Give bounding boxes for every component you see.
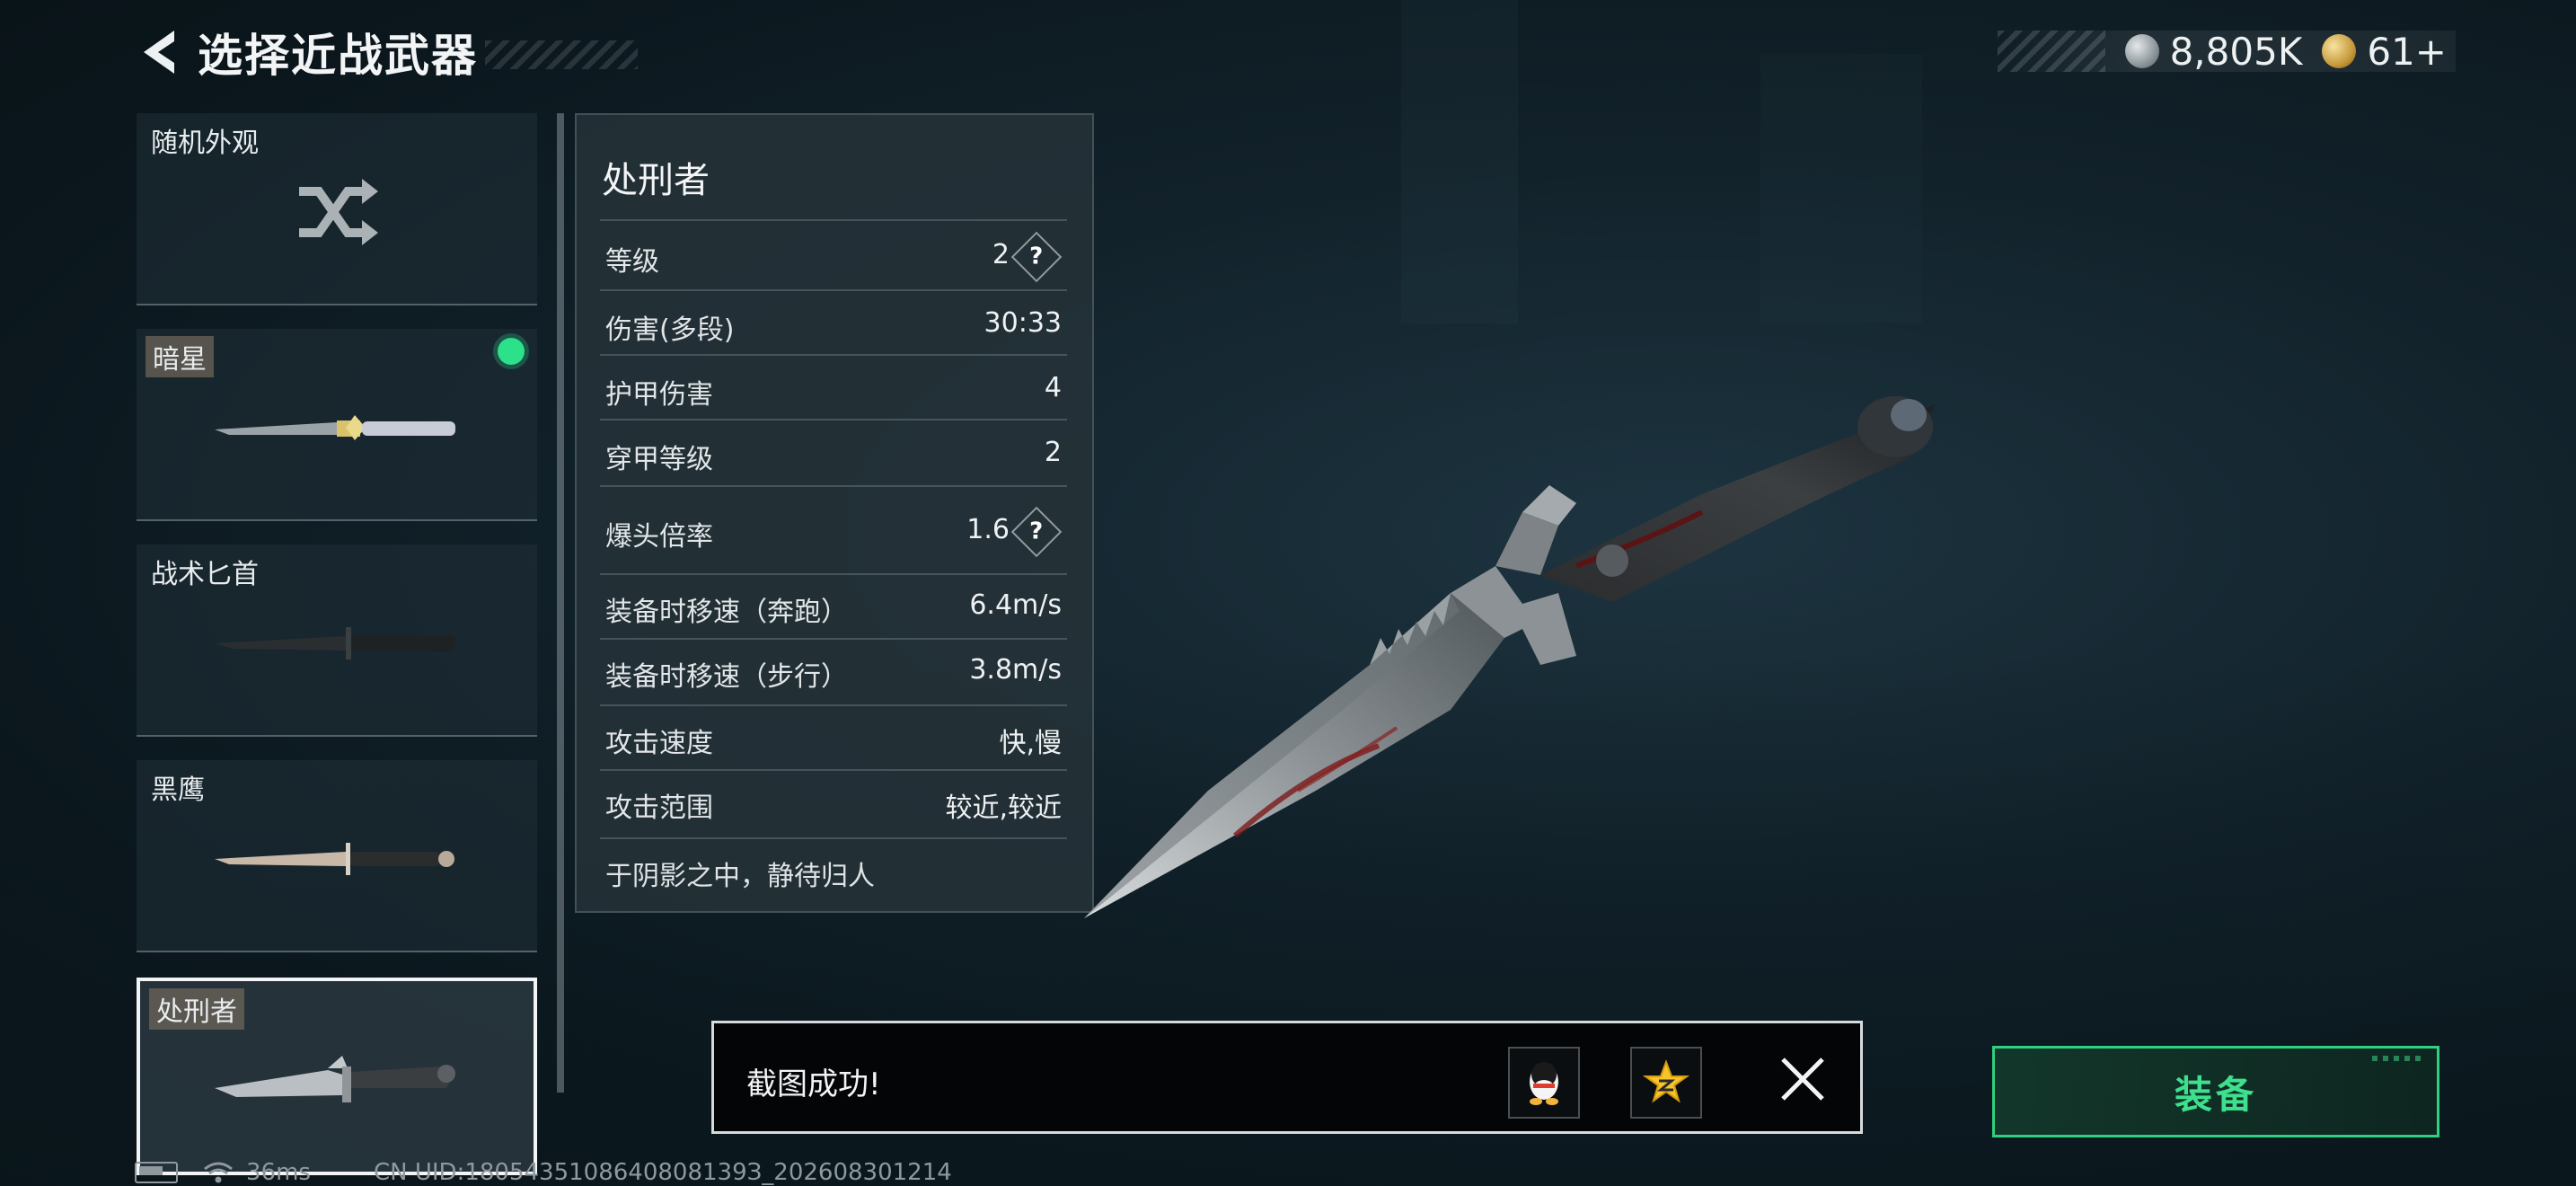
gold-coin-icon — [2322, 34, 2357, 68]
stat-row-headshot: 爆头倍率 1.6 ? — [600, 485, 1067, 575]
dark-star-knife-icon — [215, 415, 455, 441]
share-qq-button[interactable] — [1508, 1047, 1580, 1119]
user-uid: CN UID:1805435108640808139З_202608301214 — [373, 1159, 952, 1186]
weapon-card-label: 黑鹰 — [151, 774, 205, 806]
qzone-star-icon — [1643, 1059, 1689, 1103]
ping-value: 36ms — [246, 1159, 311, 1186]
status-bar: 36ms CN UID:1805435108640808139З_2026083… — [135, 1159, 952, 1186]
silver-coin-icon — [2124, 34, 2159, 68]
stat-row-penetration: 穿甲等级 2 — [600, 419, 1067, 487]
weapon-card-label: 暗星 — [146, 336, 214, 377]
stat-row-level: 等级 2 ? — [600, 219, 1067, 291]
toast-message: 截图成功! — [746, 1067, 881, 1102]
page-header: 选择近战武器 — [135, 25, 638, 82]
weapon-card-random[interactable]: 随机外观 — [137, 113, 537, 305]
stat-row-attack-range: 攻击范围 较近,较近 — [600, 769, 1067, 839]
share-qzone-button[interactable] — [1630, 1047, 1702, 1119]
weapon-list-scrollbar[interactable] — [557, 113, 564, 1093]
currency-bar: 8,805K 61+ — [1998, 30, 2456, 74]
background-pillar — [1401, 0, 1518, 323]
weapon-card-label: 随机外观 — [151, 128, 259, 159]
executioner-knife-icon — [215, 1056, 455, 1103]
executioner-knife-render — [1084, 396, 1936, 918]
weapon-card-executioner[interactable]: 处刑者 — [137, 978, 537, 1175]
battery-icon — [135, 1162, 178, 1183]
stat-row-run-speed: 装备时移速（奔跑） 6.4m/s — [600, 573, 1067, 640]
screenshot-toast: 截图成功! — [711, 1021, 1863, 1134]
qq-icon — [1530, 1062, 1558, 1105]
background-pillar — [1760, 54, 1922, 323]
wifi-icon — [204, 1162, 233, 1183]
weapon-card-tactical-dagger[interactable]: 战术匕首 — [137, 544, 537, 737]
weapon-card-label: 战术匕首 — [151, 559, 259, 590]
stat-row-damage: 伤害(多段) 30:33 — [600, 289, 1067, 356]
button-decoration — [2372, 1056, 2426, 1061]
back-arrow-icon — [144, 31, 174, 74]
stat-row-walk-speed: 装备时移速（步行） 3.8m/s — [600, 638, 1067, 706]
equip-button[interactable]: 装备 — [1992, 1046, 2439, 1137]
help-icon[interactable]: ? — [1010, 231, 1063, 283]
weapon-stats-panel: 处刑者 等级 2 ? 伤害(多段) 30:33 护甲伤害 4 穿甲等级 2 爆头… — [575, 113, 1094, 913]
weapon-card-dark-star[interactable]: 暗星 — [137, 329, 537, 521]
stat-row-armor-damage: 护甲伤害 4 — [600, 354, 1067, 420]
currency-gold[interactable]: 61+ — [2322, 30, 2447, 74]
weapon-card-label: 处刑者 — [149, 988, 244, 1030]
help-icon[interactable]: ? — [1010, 506, 1063, 558]
shuffle-icon — [299, 179, 378, 246]
black-hawk-knife-icon — [215, 843, 454, 876]
currency-silver: 8,805K — [2124, 30, 2302, 74]
weapon-description: 于阴影之中，静待归人 — [605, 861, 875, 892]
equipped-indicator — [498, 338, 525, 365]
weapon-card-black-hawk[interactable]: 黑鹰 — [137, 760, 537, 952]
title-decoration — [485, 40, 638, 69]
close-icon[interactable] — [1778, 1054, 1828, 1104]
page-title: 选择近战武器 — [198, 30, 478, 82]
stat-row-attack-speed: 攻击速度 快,慢 — [600, 704, 1067, 771]
back-button[interactable] — [135, 25, 185, 79]
weapon-name: 处刑者 — [602, 160, 710, 201]
tactical-dagger-icon — [215, 627, 455, 660]
